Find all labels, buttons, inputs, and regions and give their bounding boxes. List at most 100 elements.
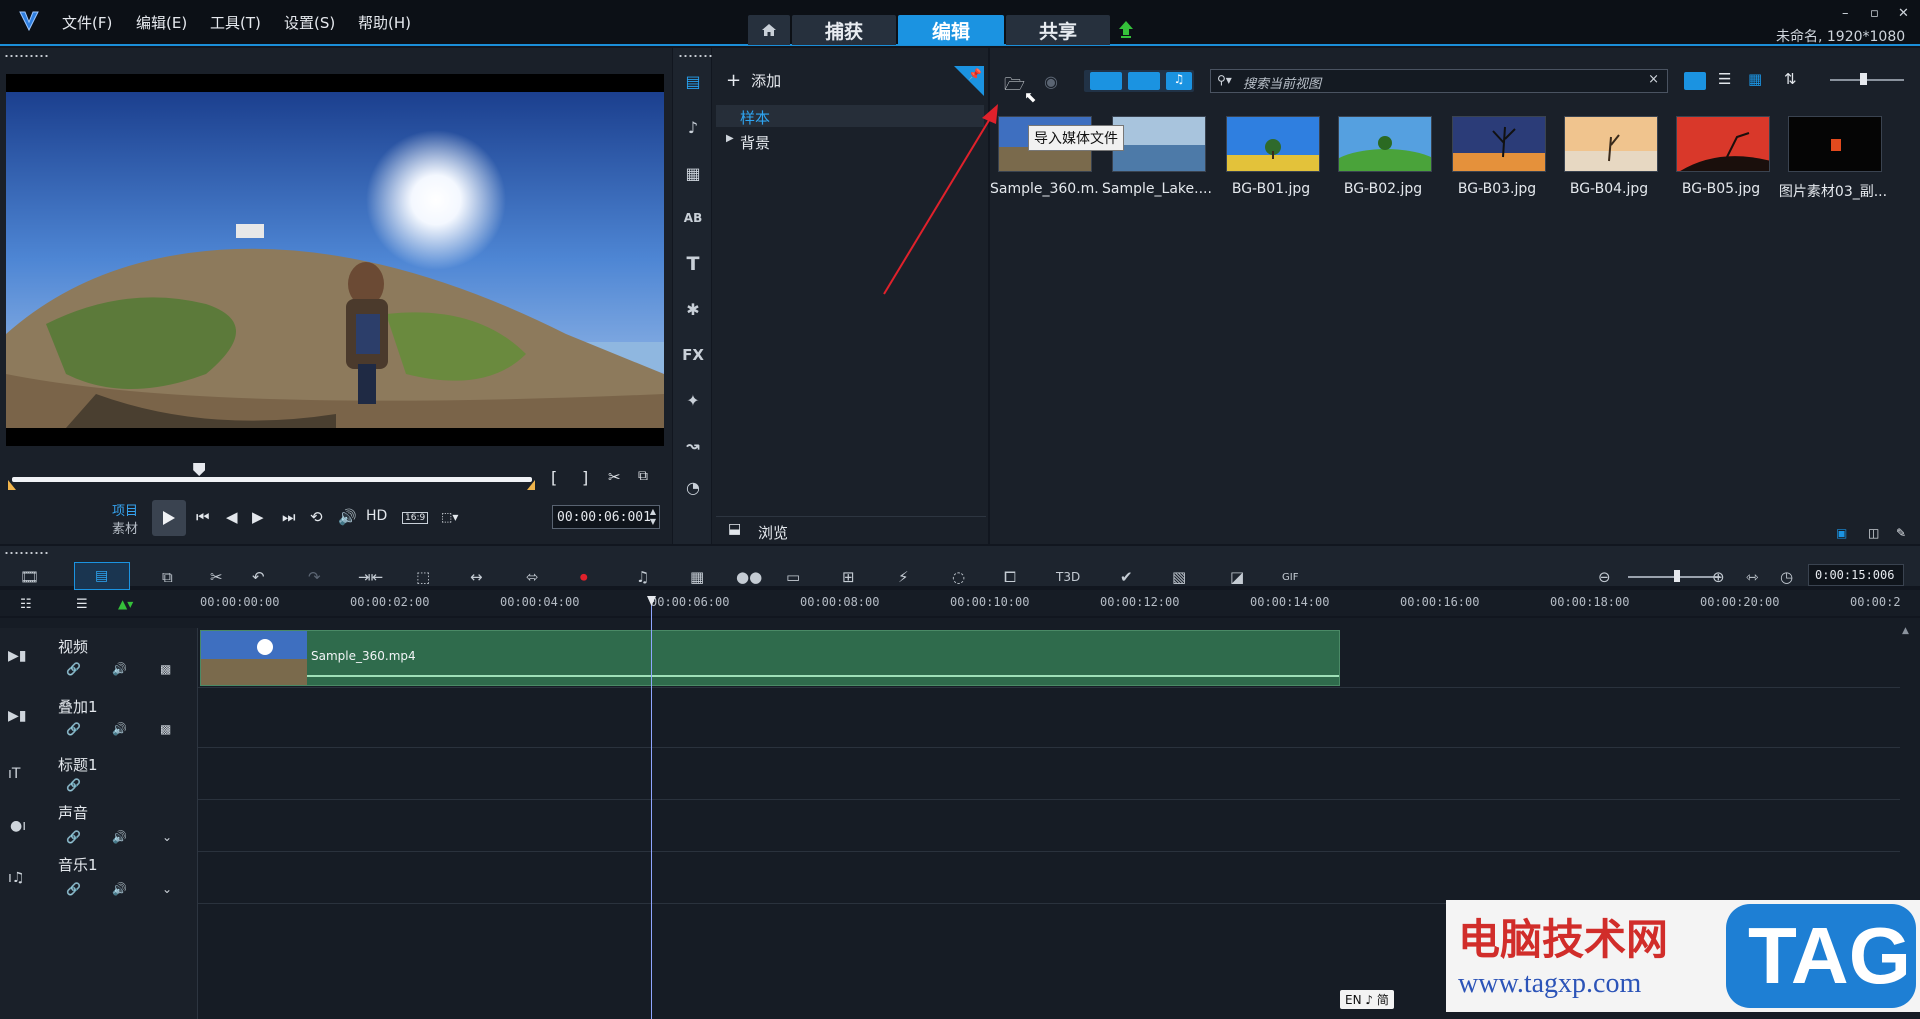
zoom-out-icon[interactable]: ⊖ <box>1598 566 1611 588</box>
filter-video-button[interactable] <box>1090 72 1122 90</box>
title-template-icon[interactable]: AB <box>680 205 706 231</box>
tab-share[interactable]: 共享 <box>1006 15 1110 45</box>
redo-icon[interactable]: ↷ <box>308 566 321 588</box>
zoom-in-icon[interactable]: ⊕ <box>1712 566 1725 588</box>
media-thumb-3[interactable] <box>1226 116 1320 172</box>
enlarge-icon[interactable]: ⧉ <box>638 468 648 484</box>
play-button[interactable] <box>152 500 186 536</box>
chapter-point-icon[interactable]: ▲▾ <box>118 597 133 611</box>
scroll-up-icon[interactable]: ▲ <box>1902 626 1909 636</box>
title-icon[interactable]: T <box>680 251 706 277</box>
link-icon[interactable]: 🔗 <box>66 722 81 736</box>
media-library-icon[interactable]: ▤ <box>680 68 706 94</box>
restore-button[interactable]: ▫ <box>1870 6 1879 21</box>
motion-track-icon[interactable]: ⚡ <box>898 566 909 588</box>
graphics-icon[interactable]: ✱ <box>680 296 706 322</box>
path-icon[interactable]: ↝ <box>680 432 706 458</box>
timecode-spinner-icon[interactable]: ▲ ▼ <box>650 507 656 527</box>
smart-crop-icon[interactable]: ⧠ <box>1004 566 1016 588</box>
track-volume-icon[interactable]: 🔊 <box>112 662 127 676</box>
color-grading-icon[interactable]: ✔ <box>1120 566 1133 588</box>
next-frame-icon[interactable]: ▶ <box>252 508 264 526</box>
thumbnail-size-slider[interactable] <box>1830 79 1904 81</box>
expand-arrow-icon[interactable]: ▶ <box>726 133 734 144</box>
tools-icon[interactable]: ✂ <box>210 566 223 588</box>
crop-icon[interactable]: ⬚ <box>416 566 430 588</box>
mark-in-button[interactable]: [ <box>551 468 557 487</box>
expand-track-icon[interactable]: ⌄ <box>162 830 172 844</box>
record-icon[interactable]: ⏺ <box>580 566 588 588</box>
timecode-field[interactable]: 00:00:06:001 ▲ ▼ <box>552 505 660 529</box>
audio-wave-icon[interactable]: ♫ <box>636 566 649 588</box>
link-icon[interactable]: 🔗 <box>66 882 81 896</box>
panel-grip-timeline[interactable] <box>4 551 50 555</box>
storyboard-view-icon[interactable]: 🎞 <box>20 566 39 588</box>
filter-photo-button[interactable] <box>1128 72 1160 90</box>
media-thumb-2[interactable] <box>1112 116 1206 172</box>
fx-icon[interactable]: FX <box>680 342 706 368</box>
browse-button[interactable]: ⬓ 浏览 <box>716 516 986 542</box>
track-grid-icon[interactable]: ▩ <box>160 722 171 736</box>
link-icon[interactable]: 🔗 <box>66 830 81 844</box>
media-thumb-7[interactable] <box>1676 116 1770 172</box>
project-mode-label[interactable]: 项目 <box>112 500 138 519</box>
undo-icon[interactable]: ↶ <box>252 566 265 588</box>
sort-icon[interactable]: ⇅ <box>1784 70 1797 88</box>
fit-project-icon[interactable]: ⇿ <box>1746 566 1759 588</box>
track-grid-icon[interactable]: ▩ <box>160 662 171 676</box>
track-volume-icon[interactable]: 🔊 <box>112 722 127 736</box>
rotate-icon[interactable]: ◌ <box>952 566 965 588</box>
clip-mode-label[interactable]: 素材 <box>112 518 138 537</box>
mask-icon[interactable]: ●● <box>736 566 762 588</box>
thumbnail-size-handle[interactable] <box>1860 73 1867 85</box>
magic-wand-icon[interactable]: ✦ <box>680 387 706 413</box>
go-end-icon[interactable]: ⏭ <box>282 508 296 526</box>
menu-help[interactable]: 帮助(H) <box>358 12 411 33</box>
add-track-icon[interactable]: ☰ <box>76 597 88 612</box>
search-box[interactable]: ⚲▾ 搜索当前视图 × <box>1210 69 1668 93</box>
view-list-icon[interactable]: ☰ <box>1718 70 1731 88</box>
scrub-bar[interactable] <box>12 477 532 482</box>
link-icon[interactable]: 🔗 <box>66 662 81 676</box>
record-capture-icon[interactable]: ◉ <box>1044 72 1058 91</box>
menu-settings[interactable]: 设置(S) <box>284 12 335 33</box>
close-button[interactable]: ✕ <box>1898 6 1909 21</box>
tab-capture[interactable]: 捕获 <box>792 15 896 45</box>
go-start-icon[interactable]: ⏮ <box>196 508 210 526</box>
panel-grip[interactable] <box>4 54 50 58</box>
edit-options-icon[interactable]: ✎ <box>1896 526 1906 540</box>
motion-icon[interactable]: ⬄ <box>526 566 539 588</box>
media-thumb-5[interactable] <box>1452 116 1546 172</box>
library-panel-mode-icon[interactable]: ▣ <box>1836 526 1847 540</box>
video-clip[interactable]: Sample_360.mp4 <box>200 630 1340 686</box>
subtitle-icon[interactable]: ▭ <box>786 566 800 588</box>
resize-icon[interactable]: ⬚▾ <box>441 510 458 524</box>
link-icon[interactable]: 🔗 <box>66 778 81 792</box>
track-volume-icon[interactable]: 🔊 <box>112 882 127 896</box>
tab-edit[interactable]: 编辑 <box>898 15 1004 45</box>
fit-width-icon[interactable]: ⇥⇤ <box>358 566 383 588</box>
menu-edit[interactable]: 编辑(E) <box>136 12 187 33</box>
filter-audio-button[interactable]: ♫ <box>1166 72 1192 90</box>
color-icon[interactable]: ▧ <box>1172 566 1186 588</box>
repeat-icon[interactable]: ⟲ <box>310 508 323 526</box>
track-manager-icon[interactable]: ☷ <box>20 597 32 612</box>
clock-icon[interactable]: ◷ <box>1780 566 1793 588</box>
volume-icon[interactable]: 🔊 <box>338 508 357 526</box>
3d-title-icon[interactable]: T3D <box>1056 566 1080 588</box>
lens-correction-icon[interactable]: ◪ <box>1230 566 1244 588</box>
view-thumbnail-button[interactable] <box>1684 72 1706 90</box>
multicam-icon[interactable]: ▦ <box>690 566 704 588</box>
media-thumb-8[interactable] <box>1788 116 1882 172</box>
add-folder-button[interactable]: + 添加 <box>726 70 781 91</box>
track-volume-icon[interactable]: 🔊 <box>112 830 127 844</box>
split-icon[interactable]: ↔ <box>470 566 483 588</box>
aspect-ratio-button[interactable]: 16:9 <box>402 512 429 524</box>
instant-project-icon[interactable]: ♪ <box>680 114 706 140</box>
upload-icon[interactable] <box>1118 20 1134 42</box>
playhead[interactable] <box>651 596 652 1019</box>
expand-track-icon[interactable]: ⌄ <box>162 882 172 896</box>
mark-out-button[interactable]: ] <box>582 468 588 487</box>
speed-gauge-icon[interactable]: ◔ <box>680 474 706 500</box>
gif-icon[interactable]: GIF <box>1282 566 1298 588</box>
